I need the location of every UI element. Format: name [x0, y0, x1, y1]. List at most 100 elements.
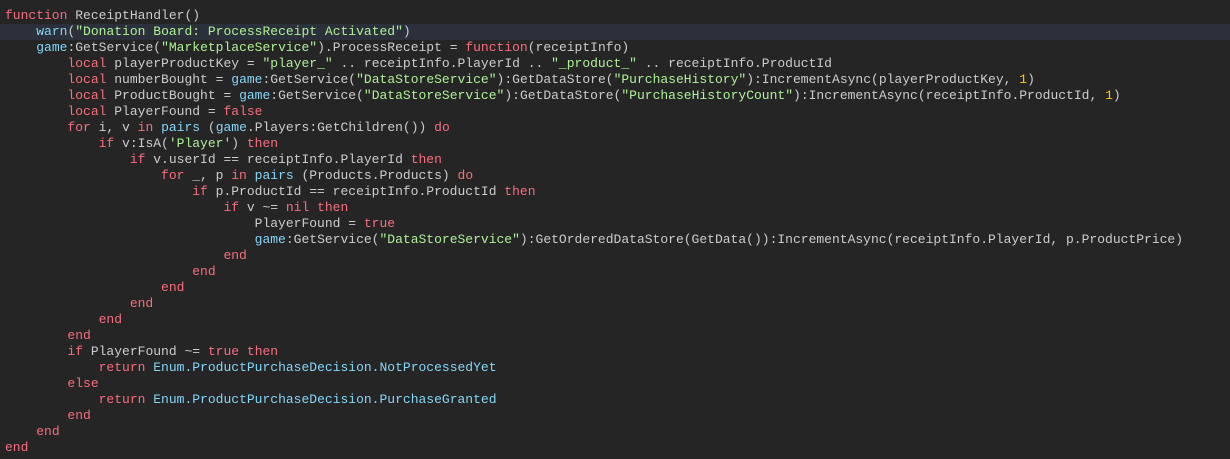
code-line[interactable]: end: [0, 328, 1230, 344]
code-token: game: [254, 232, 286, 247]
code-token: local: [67, 104, 107, 119]
code-token: v ~=: [239, 200, 286, 215]
code-token: (: [200, 120, 216, 135]
code-token: true: [363, 216, 396, 231]
code-line[interactable]: return Enum.ProductPurchaseDecision.Purc…: [0, 392, 1230, 408]
code-token: ):IncrementAsync(playerProductKey,: [746, 72, 1020, 87]
code-token: do: [434, 120, 450, 135]
code-line[interactable]: for _, p in pairs (Products.Products) do: [0, 168, 1230, 184]
code-line[interactable]: if v ~= nil then: [0, 200, 1230, 216]
code-token: ReceiptHandler(): [67, 8, 201, 23]
code-token: ):GetDataStore(: [504, 88, 622, 103]
code-token: for: [161, 168, 185, 183]
code-token: (Products.Products): [293, 168, 458, 183]
code-token: Enum.ProductPurchaseDecision.PurchaseGra…: [153, 392, 497, 407]
code-line[interactable]: warn("Donation Board: ProcessReceipt Act…: [0, 24, 1230, 40]
code-token: end: [98, 312, 123, 327]
code-token: end: [67, 328, 91, 343]
code-line[interactable]: game:GetService("MarketplaceService").Pr…: [0, 40, 1230, 56]
code-line[interactable]: if v:IsA('Player') then: [0, 136, 1230, 152]
code-line[interactable]: else: [0, 376, 1230, 392]
code-token: local: [67, 88, 107, 103]
code-token: end: [129, 296, 154, 311]
code-token: "DataStoreService": [356, 72, 497, 87]
code-line[interactable]: local playerProductKey = "player_" .. re…: [0, 56, 1230, 72]
code-token: ):IncrementAsync(receiptInfo.ProductId,: [793, 88, 1106, 103]
code-token: PlayerFound =: [106, 104, 224, 119]
code-token: end: [223, 248, 247, 263]
code-line[interactable]: end: [0, 312, 1230, 328]
code-line[interactable]: function ReceiptHandler(): [0, 8, 1230, 24]
code-line[interactable]: if p.ProductId == receiptInfo.ProductId …: [0, 184, 1230, 200]
code-token: nil: [285, 200, 310, 215]
code-token: end: [192, 264, 216, 279]
code-token: :GetService(: [67, 40, 162, 55]
code-token: ): [231, 136, 247, 151]
code-line[interactable]: if v.userId == receiptInfo.PlayerId then: [0, 152, 1230, 168]
code-line[interactable]: game:GetService("DataStoreService"):GetO…: [0, 232, 1230, 248]
code-line[interactable]: end: [0, 408, 1230, 424]
code-token: .. receiptInfo.PlayerId ..: [332, 56, 552, 71]
code-token: ):GetDataStore(: [496, 72, 614, 87]
code-token: :GetService(: [270, 88, 364, 103]
code-token: "player_": [262, 56, 333, 71]
code-token: if: [223, 200, 240, 215]
code-token: ):GetOrderedDataStore(GetData()):Increme…: [519, 232, 1184, 247]
code-line[interactable]: local PlayerFound = false: [0, 104, 1230, 120]
code-line[interactable]: local numberBought = game:GetService("Da…: [0, 72, 1230, 88]
code-token: 1: [1019, 72, 1028, 87]
code-token: Enum.ProductPurchaseDecision.NotProcesse…: [153, 360, 497, 375]
code-token: then: [246, 136, 279, 151]
code-token: end: [5, 440, 29, 455]
code-token: end: [67, 408, 91, 423]
code-token: "MarketplaceService": [161, 40, 318, 55]
code-line[interactable]: return Enum.ProductPurchaseDecision.NotP…: [0, 360, 1230, 376]
code-line[interactable]: PlayerFound = true: [0, 216, 1230, 232]
code-line[interactable]: end: [0, 424, 1230, 440]
code-token: then: [246, 344, 279, 359]
code-token: function: [465, 40, 528, 55]
code-line[interactable]: end: [0, 264, 1230, 280]
code-token: if: [129, 152, 146, 167]
code-token: for: [67, 120, 91, 135]
code-token: .Players:GetChildren()): [246, 120, 435, 135]
code-token: ): [402, 24, 411, 39]
code-token: playerProductKey =: [106, 56, 263, 71]
code-line[interactable]: if PlayerFound ~= true then: [0, 344, 1230, 360]
code-line[interactable]: end: [0, 248, 1230, 264]
code-token: game: [239, 88, 271, 103]
code-editor[interactable]: function ReceiptHandler() warn("Donation…: [0, 0, 1230, 459]
code-token: game: [231, 72, 263, 87]
code-token: else: [67, 376, 99, 391]
code-token: local: [67, 56, 107, 71]
code-line[interactable]: for i, v in pairs (game.Players:GetChild…: [0, 120, 1230, 136]
code-token: _, p: [184, 168, 232, 183]
code-token: "PurchaseHistoryCount": [621, 88, 794, 103]
code-line[interactable]: end: [0, 440, 1230, 456]
code-token: game: [36, 40, 68, 55]
code-line[interactable]: local ProductBought = game:GetService("D…: [0, 88, 1230, 104]
code-line[interactable]: end: [0, 296, 1230, 312]
code-token: do: [457, 168, 474, 183]
code-token: then: [504, 184, 536, 199]
code-token: .. receiptInfo.ProductId: [636, 56, 832, 71]
code-line[interactable]: end: [0, 280, 1230, 296]
code-token: pairs: [254, 168, 294, 183]
code-token: numberBought =: [106, 72, 232, 87]
